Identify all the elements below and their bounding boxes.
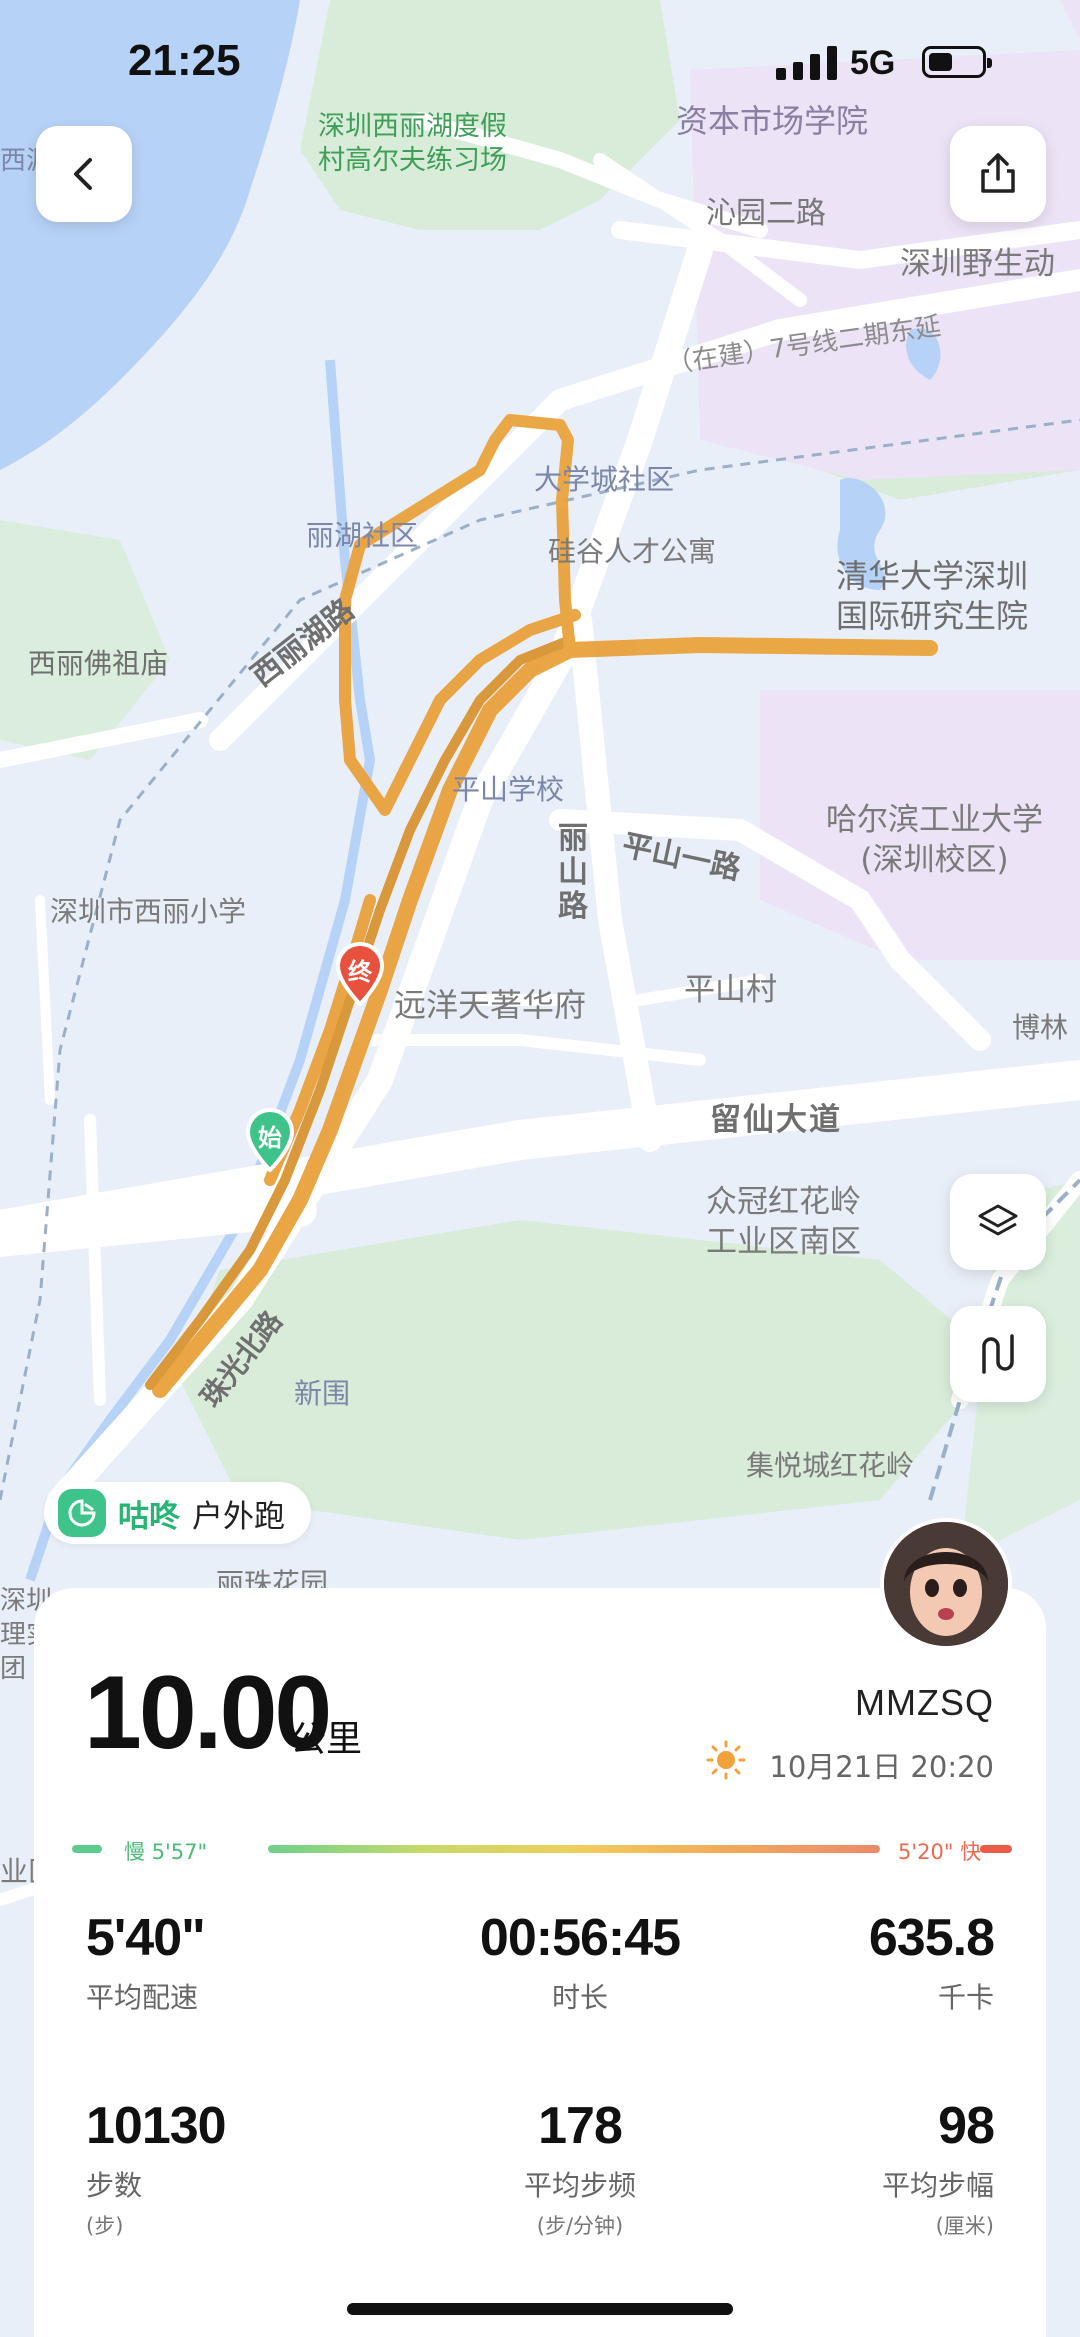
- stat-unit: (厘米): [935, 2214, 994, 2238]
- pace-gradient-bar: [268, 1845, 880, 1853]
- stat-unit: (步): [86, 2214, 124, 2238]
- stat-label: 千卡: [937, 1981, 994, 2014]
- chevron-left-icon: [74, 158, 92, 190]
- layers-icon: [978, 1204, 1018, 1236]
- route-toggle-button[interactable]: [950, 1306, 1046, 1402]
- end-marker-label: 终: [348, 958, 372, 986]
- start-marker[interactable]: 始: [244, 1108, 296, 1173]
- summary-card: 10.00 公里 MMZSQ 10月21日 20:20 慢 5'57" 5'20…: [34, 1588, 1046, 2337]
- brand-badge: 咕咚 户外跑: [44, 1482, 311, 1544]
- codoon-logo-icon: [58, 1489, 106, 1537]
- map-label-xili-primary: 深圳市西丽小学: [50, 895, 247, 928]
- status-time: 21:25: [128, 36, 241, 85]
- distance-unit: 公里: [290, 1719, 363, 1760]
- stat-label: 步数: [86, 2169, 143, 2202]
- brand-name: 咕咚: [118, 1498, 180, 1535]
- map-layers-button[interactable]: [950, 1174, 1046, 1270]
- map-label-lishan-road: 丽山路: [558, 821, 588, 924]
- sun-icon: [706, 1740, 746, 1780]
- stat-cadence: 178 平均步频 (步/分钟): [430, 2096, 730, 2240]
- map-label-xili-temple: 西丽佛祖庙: [28, 647, 169, 680]
- network-type: 5G: [850, 44, 896, 82]
- stat-value: 00:56:45: [479, 1909, 681, 1967]
- map-label-hit: 哈尔滨工业大学 (深圳校区): [826, 802, 1043, 878]
- map-label-liuxian-avenue: 留仙大道: [710, 1102, 842, 1138]
- stat-label: 平均步幅: [881, 2169, 994, 2202]
- end-marker[interactable]: 终: [334, 942, 386, 1007]
- map-label-wild-zoo: 深圳野生动: [900, 246, 1055, 282]
- route-icon: [982, 1334, 1014, 1374]
- stat-value: 10130: [86, 2097, 227, 2155]
- share-icon: [981, 153, 1015, 193]
- map-label-pingshan-village: 平山村: [684, 972, 777, 1008]
- map-label-xinwei: 新围: [294, 1377, 351, 1410]
- stat-value: 635.8: [868, 1909, 995, 1967]
- map-label-silicon-valley: 硅谷人才公寓: [548, 535, 717, 568]
- username: MMZSQ: [855, 1682, 994, 1723]
- signal-icon: [776, 46, 838, 80]
- pace-slow-label: 慢 5'57": [124, 1840, 208, 1864]
- start-marker-label: 始: [258, 1124, 282, 1152]
- map-label-capital-school: 资本市场学院: [676, 102, 869, 140]
- stat-value: 98: [938, 2097, 995, 2155]
- stat-avg-pace: 5'40" 平均配速: [86, 1908, 206, 2016]
- map-label-tsinghua: 清华大学深圳 国际研究生院: [836, 557, 1029, 635]
- stat-label: 平均步频: [523, 2169, 636, 2202]
- stat-label: 平均配速: [86, 1981, 199, 2014]
- stat-unit: (步/分钟): [536, 2214, 624, 2238]
- map-label-jiyue: 集悦城红花岭: [746, 1449, 915, 1482]
- map-label-golf: 深圳西丽湖度假 村高尔夫练习场: [318, 111, 507, 176]
- map-label-yuanyang: 远洋天著华府: [394, 986, 587, 1024]
- activity-type: 户外跑: [192, 1498, 285, 1535]
- map-label-qinyuan-road: 沁园二路: [706, 196, 826, 231]
- stat-value: 5'40": [86, 1909, 206, 1967]
- pace-legend: 慢 5'57" 5'20" 快: [72, 1836, 1012, 1866]
- pace-slow-swatch: [72, 1845, 102, 1853]
- map-label-bolin: 博林: [1012, 1011, 1069, 1044]
- stat-stride: 98 平均步幅 (厘米): [881, 2096, 995, 2240]
- map-label-pingshan-school: 平山学校: [452, 773, 565, 806]
- share-button[interactable]: [950, 126, 1046, 222]
- map-label-zhongguan: 众冠红花岭 工业区南区: [706, 1184, 861, 1260]
- back-button[interactable]: [36, 126, 132, 222]
- home-indicator[interactable]: [347, 2303, 733, 2315]
- avatar[interactable]: [880, 1518, 1012, 1650]
- battery-icon: [922, 46, 992, 78]
- pace-fast-label: 5'20" 快: [898, 1840, 982, 1864]
- pace-fast-swatch: [980, 1845, 1012, 1853]
- stat-steps: 10130 步数 (步): [86, 2096, 227, 2240]
- stat-label: 时长: [551, 1981, 608, 2014]
- map-label-univ-city: 大学城社区: [534, 463, 675, 496]
- stat-calories: 635.8 千卡: [868, 1908, 995, 2016]
- activity-date: 10月21日 20:20: [769, 1750, 994, 1784]
- stat-duration: 00:56:45 时长: [430, 1908, 730, 2016]
- map-label-lihu-community: 丽湖社区: [306, 519, 419, 552]
- stat-value: 178: [538, 2097, 623, 2155]
